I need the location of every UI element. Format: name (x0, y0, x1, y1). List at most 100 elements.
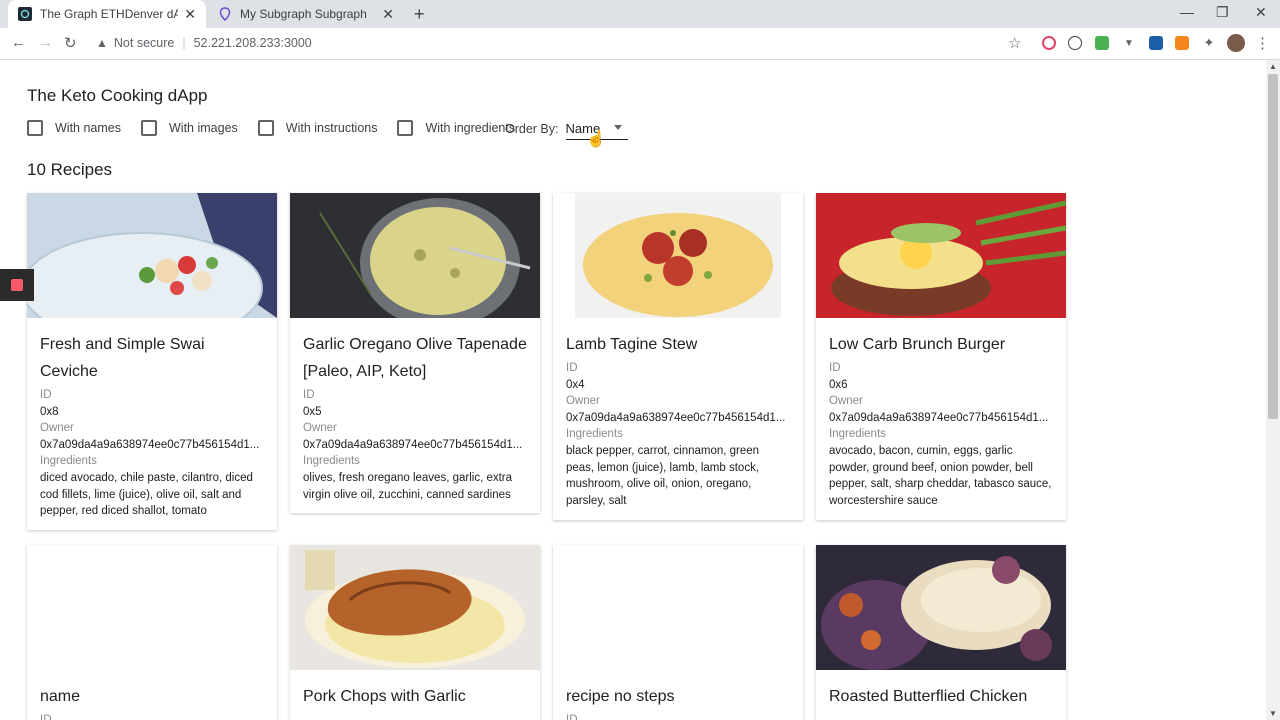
recipe-title: Fresh and Simple Swai Ceviche (40, 336, 205, 380)
recipe-image-placeholder (27, 545, 277, 670)
filter-label: With ingredients (425, 121, 516, 135)
forward-arrow-icon[interactable]: → (38, 34, 53, 51)
page-content: The Keto Cooking dApp With names With im… (0, 60, 1266, 720)
recipe-id: 0x6 (829, 378, 848, 391)
minimize-icon[interactable]: — (1180, 4, 1194, 20)
checkbox-unchecked-icon[interactable] (257, 120, 274, 136)
recipe-image-placeholder (553, 545, 803, 670)
record-stop-icon (11, 279, 23, 291)
filter-with-names[interactable]: With names (27, 120, 121, 136)
recipe-owner: 0x7a09da4a9a638974ee0c77b456154d1... (40, 438, 260, 451)
new-tab-icon[interactable]: + (414, 4, 425, 25)
order-by: Order By: Name (505, 118, 628, 140)
extension-icon[interactable] (1095, 36, 1109, 50)
checkbox-unchecked-icon[interactable] (141, 120, 157, 136)
filter-label: With names (55, 121, 121, 135)
tab-title: My Subgraph Subgraph (240, 7, 367, 21)
dropdown-caret-icon (613, 125, 622, 130)
recipe-id: 0x4 (566, 378, 585, 391)
extension-icon[interactable] (1042, 36, 1056, 50)
recipe-count: 10 Recipes (27, 160, 113, 179)
recipe-card[interactable]: name ID (27, 545, 277, 720)
recipe-title: Roasted Butterflied Chicken (829, 688, 1028, 705)
recipe-ingredients: diced avocado, chile paste, cilantro, di… (40, 471, 253, 518)
filter-with-images[interactable]: With images (141, 120, 238, 136)
recipe-ingredients: olives, fresh oregano leaves, garlic, ex… (303, 471, 513, 501)
owner-label: Owner (40, 422, 74, 435)
recipe-ingredients: avocado, bacon, cumin, eggs, garlic powd… (829, 444, 1052, 507)
recipe-image (816, 193, 1066, 318)
close-tab-icon[interactable]: ✕ (382, 6, 394, 23)
filter-label: With images (169, 121, 238, 135)
recipe-card[interactable]: Fresh and Simple Swai Ceviche ID 0x8 Own… (27, 193, 277, 530)
tab-graph-dapp[interactable]: The Graph ETHDenver dApp ✕ (8, 0, 206, 28)
extension-icon[interactable] (1068, 36, 1082, 50)
id-label: ID (303, 389, 315, 401)
profile-avatar[interactable] (1227, 34, 1245, 52)
close-window-icon[interactable]: ✕ (1255, 4, 1267, 21)
restore-icon[interactable]: ❐ (1216, 4, 1229, 21)
recipe-image (27, 193, 277, 318)
recipe-card[interactable]: Garlic Oregano Olive Tapenade [Paleo, AI… (290, 193, 540, 513)
kebab-menu-icon[interactable]: ⋮ (1255, 34, 1270, 52)
app-title: The Keto Cooking dApp (27, 86, 208, 105)
back-arrow-icon[interactable]: ← (11, 34, 26, 51)
hand-pointer-icon: ☝ (586, 131, 606, 148)
recipe-card[interactable]: recipe no steps ID (553, 545, 803, 720)
graph-favicon-icon (18, 7, 32, 21)
filter-with-ingredients[interactable]: With ingredients (397, 120, 515, 136)
extension-icon[interactable]: ▼ (1122, 36, 1136, 50)
filter-with-instructions[interactable]: With instructions (257, 120, 378, 136)
owner-label: Owner (566, 395, 600, 408)
recipe-owner: 0x7a09da4a9a638974ee0c77b456154d1... (566, 411, 786, 424)
puzzle-extensions-icon[interactable]: ✦ (1202, 35, 1216, 50)
recipe-id: 0x5 (303, 405, 322, 418)
recipe-ingredients: black pepper, carrot, cinnamon, green pe… (566, 444, 760, 507)
id-label: ID (829, 362, 841, 374)
filter-checkboxes: With names With images With instructions… (27, 118, 535, 138)
scroll-down-arrow-icon[interactable]: ▼ (1269, 709, 1277, 718)
recipe-id: 0x8 (40, 405, 59, 418)
tab-title: The Graph ETHDenver dApp (40, 7, 179, 21)
order-by-label: Order By: (505, 122, 559, 136)
record-button[interactable] (0, 269, 34, 301)
close-tab-icon[interactable]: ✕ (184, 6, 196, 23)
url-text: 52.221.208.233:3000 (193, 36, 312, 50)
metamask-fox-icon[interactable] (1175, 36, 1189, 50)
id-label: ID (566, 714, 578, 720)
recipe-card[interactable]: Low Carb Brunch Burger ID 0x6 Owner 0x7a… (816, 193, 1066, 520)
bookmark-star-icon[interactable]: ☆ (1008, 34, 1021, 52)
location-pin-icon (218, 7, 232, 21)
warning-icon: ▲ (96, 36, 108, 50)
filter-label: With instructions (285, 121, 378, 135)
address-separator: | (182, 36, 186, 50)
recipe-image (816, 545, 1066, 670)
id-label: ID (40, 714, 52, 720)
tab-my-subgraph[interactable]: My Subgraph Subgraph ✕ (208, 0, 404, 28)
scrollbar-thumb[interactable] (1268, 74, 1278, 419)
recipe-card[interactable]: Lamb Tagine Stew ID 0x4 Owner 0x7a09da4a… (553, 193, 803, 520)
checkbox-unchecked-icon[interactable] (27, 120, 43, 136)
id-label: ID (566, 362, 578, 374)
recipe-card[interactable]: Pork Chops with Garlic (290, 545, 540, 720)
ingredients-label: Ingredients (40, 455, 97, 468)
recipe-title: recipe no steps (566, 688, 675, 705)
browser-toolbar: ← → ↻ ▲ Not secure | 52.221.208.233:3000… (0, 28, 1280, 60)
scroll-up-arrow-icon[interactable]: ▲ (1269, 62, 1277, 71)
ingredients-label: Ingredients (566, 428, 623, 441)
id-label: ID (40, 389, 52, 401)
address-bar[interactable]: ▲ Not secure | 52.221.208.233:3000 (90, 30, 1030, 56)
vertical-scrollbar[interactable]: ▲ ▼ (1266, 60, 1280, 720)
recipe-image (553, 193, 803, 318)
owner-label: Owner (303, 422, 337, 435)
recipe-title: Lamb Tagine Stew (566, 336, 698, 353)
reload-icon[interactable]: ↻ (64, 34, 77, 52)
checkbox-unchecked-icon[interactable] (397, 120, 414, 136)
recipe-title: name (40, 688, 81, 705)
browser-tab-bar: The Graph ETHDenver dApp ✕ My Subgraph S… (0, 0, 1280, 28)
recipe-card[interactable]: Roasted Butterflied Chicken (816, 545, 1066, 720)
security-label: Not secure (113, 36, 175, 50)
recipe-title: Pork Chops with Garlic (303, 688, 466, 705)
extension-icon[interactable] (1149, 36, 1163, 50)
ingredients-label: Ingredients (829, 428, 886, 441)
